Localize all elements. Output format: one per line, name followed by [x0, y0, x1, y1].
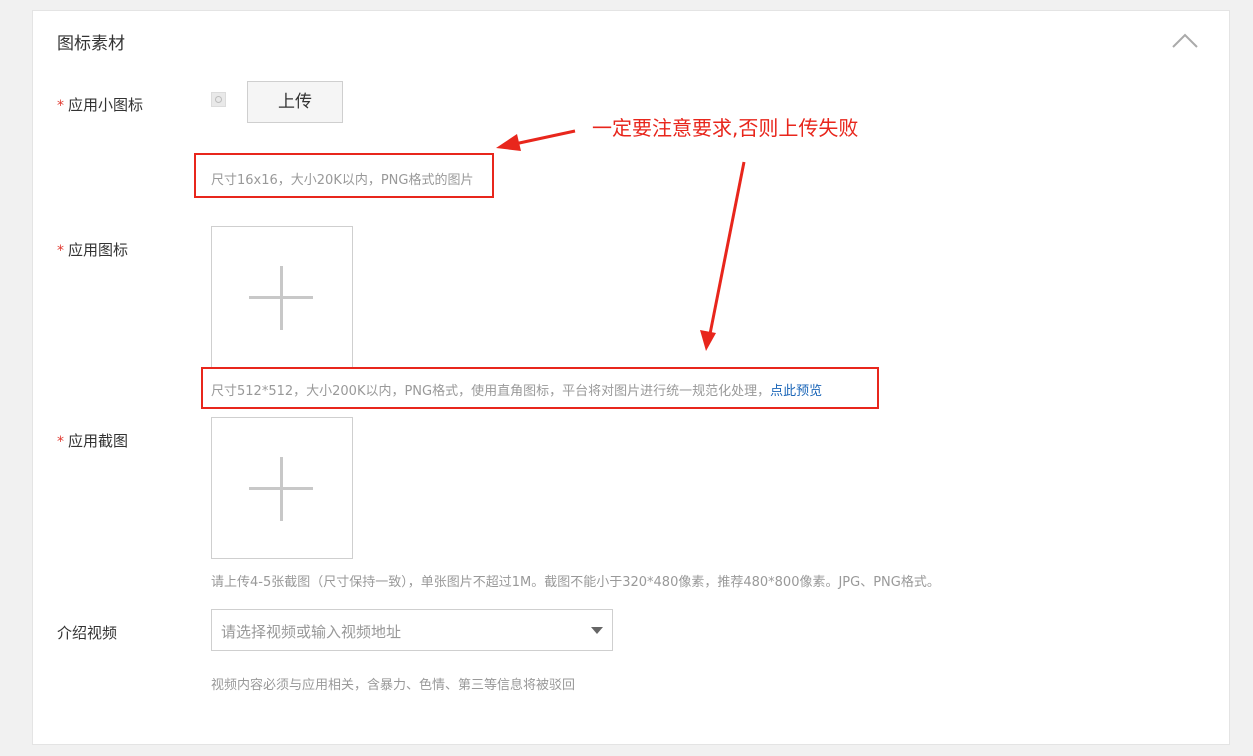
small-icon-label-text: 应用小图标 — [68, 96, 144, 114]
upload-button[interactable]: 上传 — [247, 81, 343, 123]
highlight-box-app-icon-hint — [201, 367, 879, 409]
small-icon-thumbnail — [211, 92, 226, 107]
plus-icon-vertical — [280, 266, 283, 330]
screenshots-label: * 应用截图 — [57, 430, 128, 451]
image-placeholder-icon — [215, 96, 222, 103]
video-select[interactable]: 请选择视频或输入视频地址 — [211, 609, 613, 651]
plus-icon-vertical — [280, 457, 283, 521]
app-icon-label-text: 应用图标 — [68, 241, 129, 259]
app-icon-label: * 应用图标 — [57, 239, 128, 260]
screenshots-label-text: 应用截图 — [68, 432, 129, 450]
app-icon-upload-area[interactable] — [211, 226, 353, 368]
chevron-up-icon[interactable] — [1169, 27, 1201, 51]
section-title: 图标素材 — [57, 34, 125, 54]
annotation-text: 一定要注意要求,否则上传失败 — [592, 116, 859, 140]
screenshots-hint: 请上传4-5张截图（尺寸保持一致），单张图片不超过1M。截图不能小于320*48… — [211, 575, 940, 590]
highlight-box-small-icon-hint — [194, 153, 494, 198]
video-hint: 视频内容必须与应用相关，含暴力、色情、第三等信息将被驳回 — [211, 678, 576, 693]
caret-down-icon — [591, 627, 603, 634]
small-icon-label: * 应用小图标 — [57, 94, 143, 115]
required-mark: * — [57, 434, 64, 450]
screenshots-upload-area[interactable] — [211, 417, 353, 559]
video-label: 介绍视频 — [57, 624, 118, 642]
required-mark: * — [57, 243, 64, 259]
video-select-placeholder: 请选择视频或输入视频地址 — [221, 623, 402, 641]
required-mark: * — [57, 98, 64, 114]
